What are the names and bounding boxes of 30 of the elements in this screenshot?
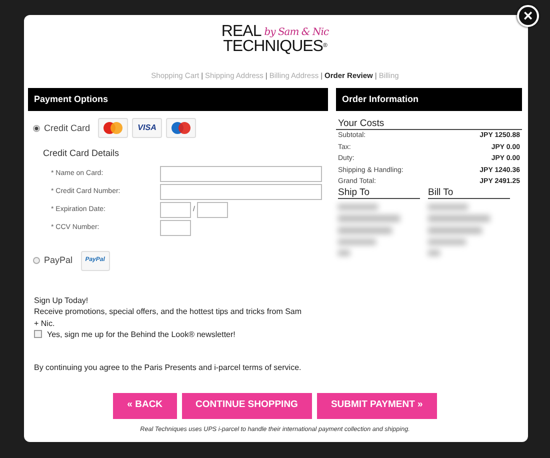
card-logo [166, 118, 196, 138]
input-field[interactable] [160, 166, 322, 182]
terms-text: By continuing you agree to the Paris Presents and i-parcel terms of service. [33, 362, 302, 374]
section-title: Your Costs [336, 118, 522, 130]
signup-heading: Sign Up Today! [34, 294, 90, 306]
action-button[interactable]: SUBMIT PAYMENT » [316, 392, 437, 419]
logo-tagline: by Sam & Nic [264, 27, 329, 39]
checkbox-label[interactable]: Yes, sign me up for the Behind the Look® newsletter! [47, 330, 236, 340]
section-header: Order Information [336, 88, 522, 112]
card-logo: VISA [132, 118, 162, 138]
action-button[interactable]: CONTINUE SHOPPING [182, 392, 312, 419]
logo-text: TECHNIQUES [223, 38, 323, 55]
method-label[interactable]: PayPal [44, 254, 73, 268]
address-title: Ship To [338, 188, 420, 199]
close-button[interactable]: × [517, 5, 539, 27]
section-title: Credit Card Details [43, 147, 120, 160]
method-label[interactable]: Credit Card [44, 122, 90, 135]
input-field[interactable] [160, 220, 191, 236]
action-button[interactable]: « BACK [113, 392, 177, 419]
radio-button[interactable] [33, 257, 40, 264]
input-field[interactable] [196, 202, 228, 218]
card-logo [98, 118, 128, 138]
radio-button[interactable] [33, 124, 40, 132]
signup-text: Receive promotions, special offers, and the hottest tips and tricks from Sam + Nic. [34, 306, 303, 330]
section-header: Payment Options [28, 88, 328, 112]
input-field[interactable] [160, 202, 191, 218]
input-field[interactable] [160, 184, 322, 200]
logo-text: REAL [221, 25, 262, 39]
address-title: Bill To [428, 188, 510, 199]
checkbox[interactable] [34, 330, 42, 338]
